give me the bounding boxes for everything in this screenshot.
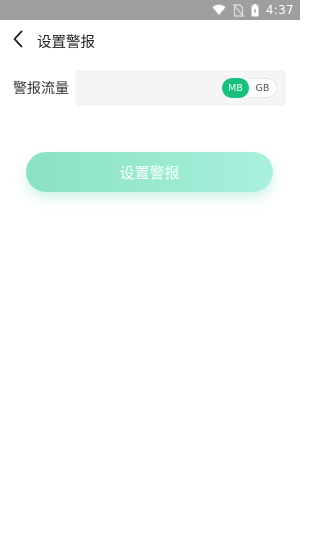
status-time: 4:37 bbox=[265, 3, 294, 17]
set-alert-button[interactable]: 设置警报 bbox=[26, 152, 273, 192]
page-title: 设置警报 bbox=[37, 34, 95, 51]
status-bar: 4:37 bbox=[0, 0, 300, 20]
unit-toggle: MB GB bbox=[222, 78, 277, 98]
traffic-alert-row: 警报流量 MB GB bbox=[0, 70, 300, 106]
no-sim-icon bbox=[232, 3, 244, 17]
unit-mb-option[interactable]: MB bbox=[222, 78, 249, 98]
chevron-left-icon bbox=[12, 30, 24, 52]
battery-icon bbox=[251, 3, 259, 17]
unit-gb-option[interactable]: GB bbox=[249, 78, 277, 98]
wifi-icon bbox=[212, 4, 226, 16]
nav-bar: 设置警报 bbox=[0, 20, 300, 62]
traffic-label: 警报流量 bbox=[13, 81, 69, 97]
traffic-input[interactable]: MB GB bbox=[75, 70, 286, 106]
back-button[interactable] bbox=[0, 20, 36, 62]
